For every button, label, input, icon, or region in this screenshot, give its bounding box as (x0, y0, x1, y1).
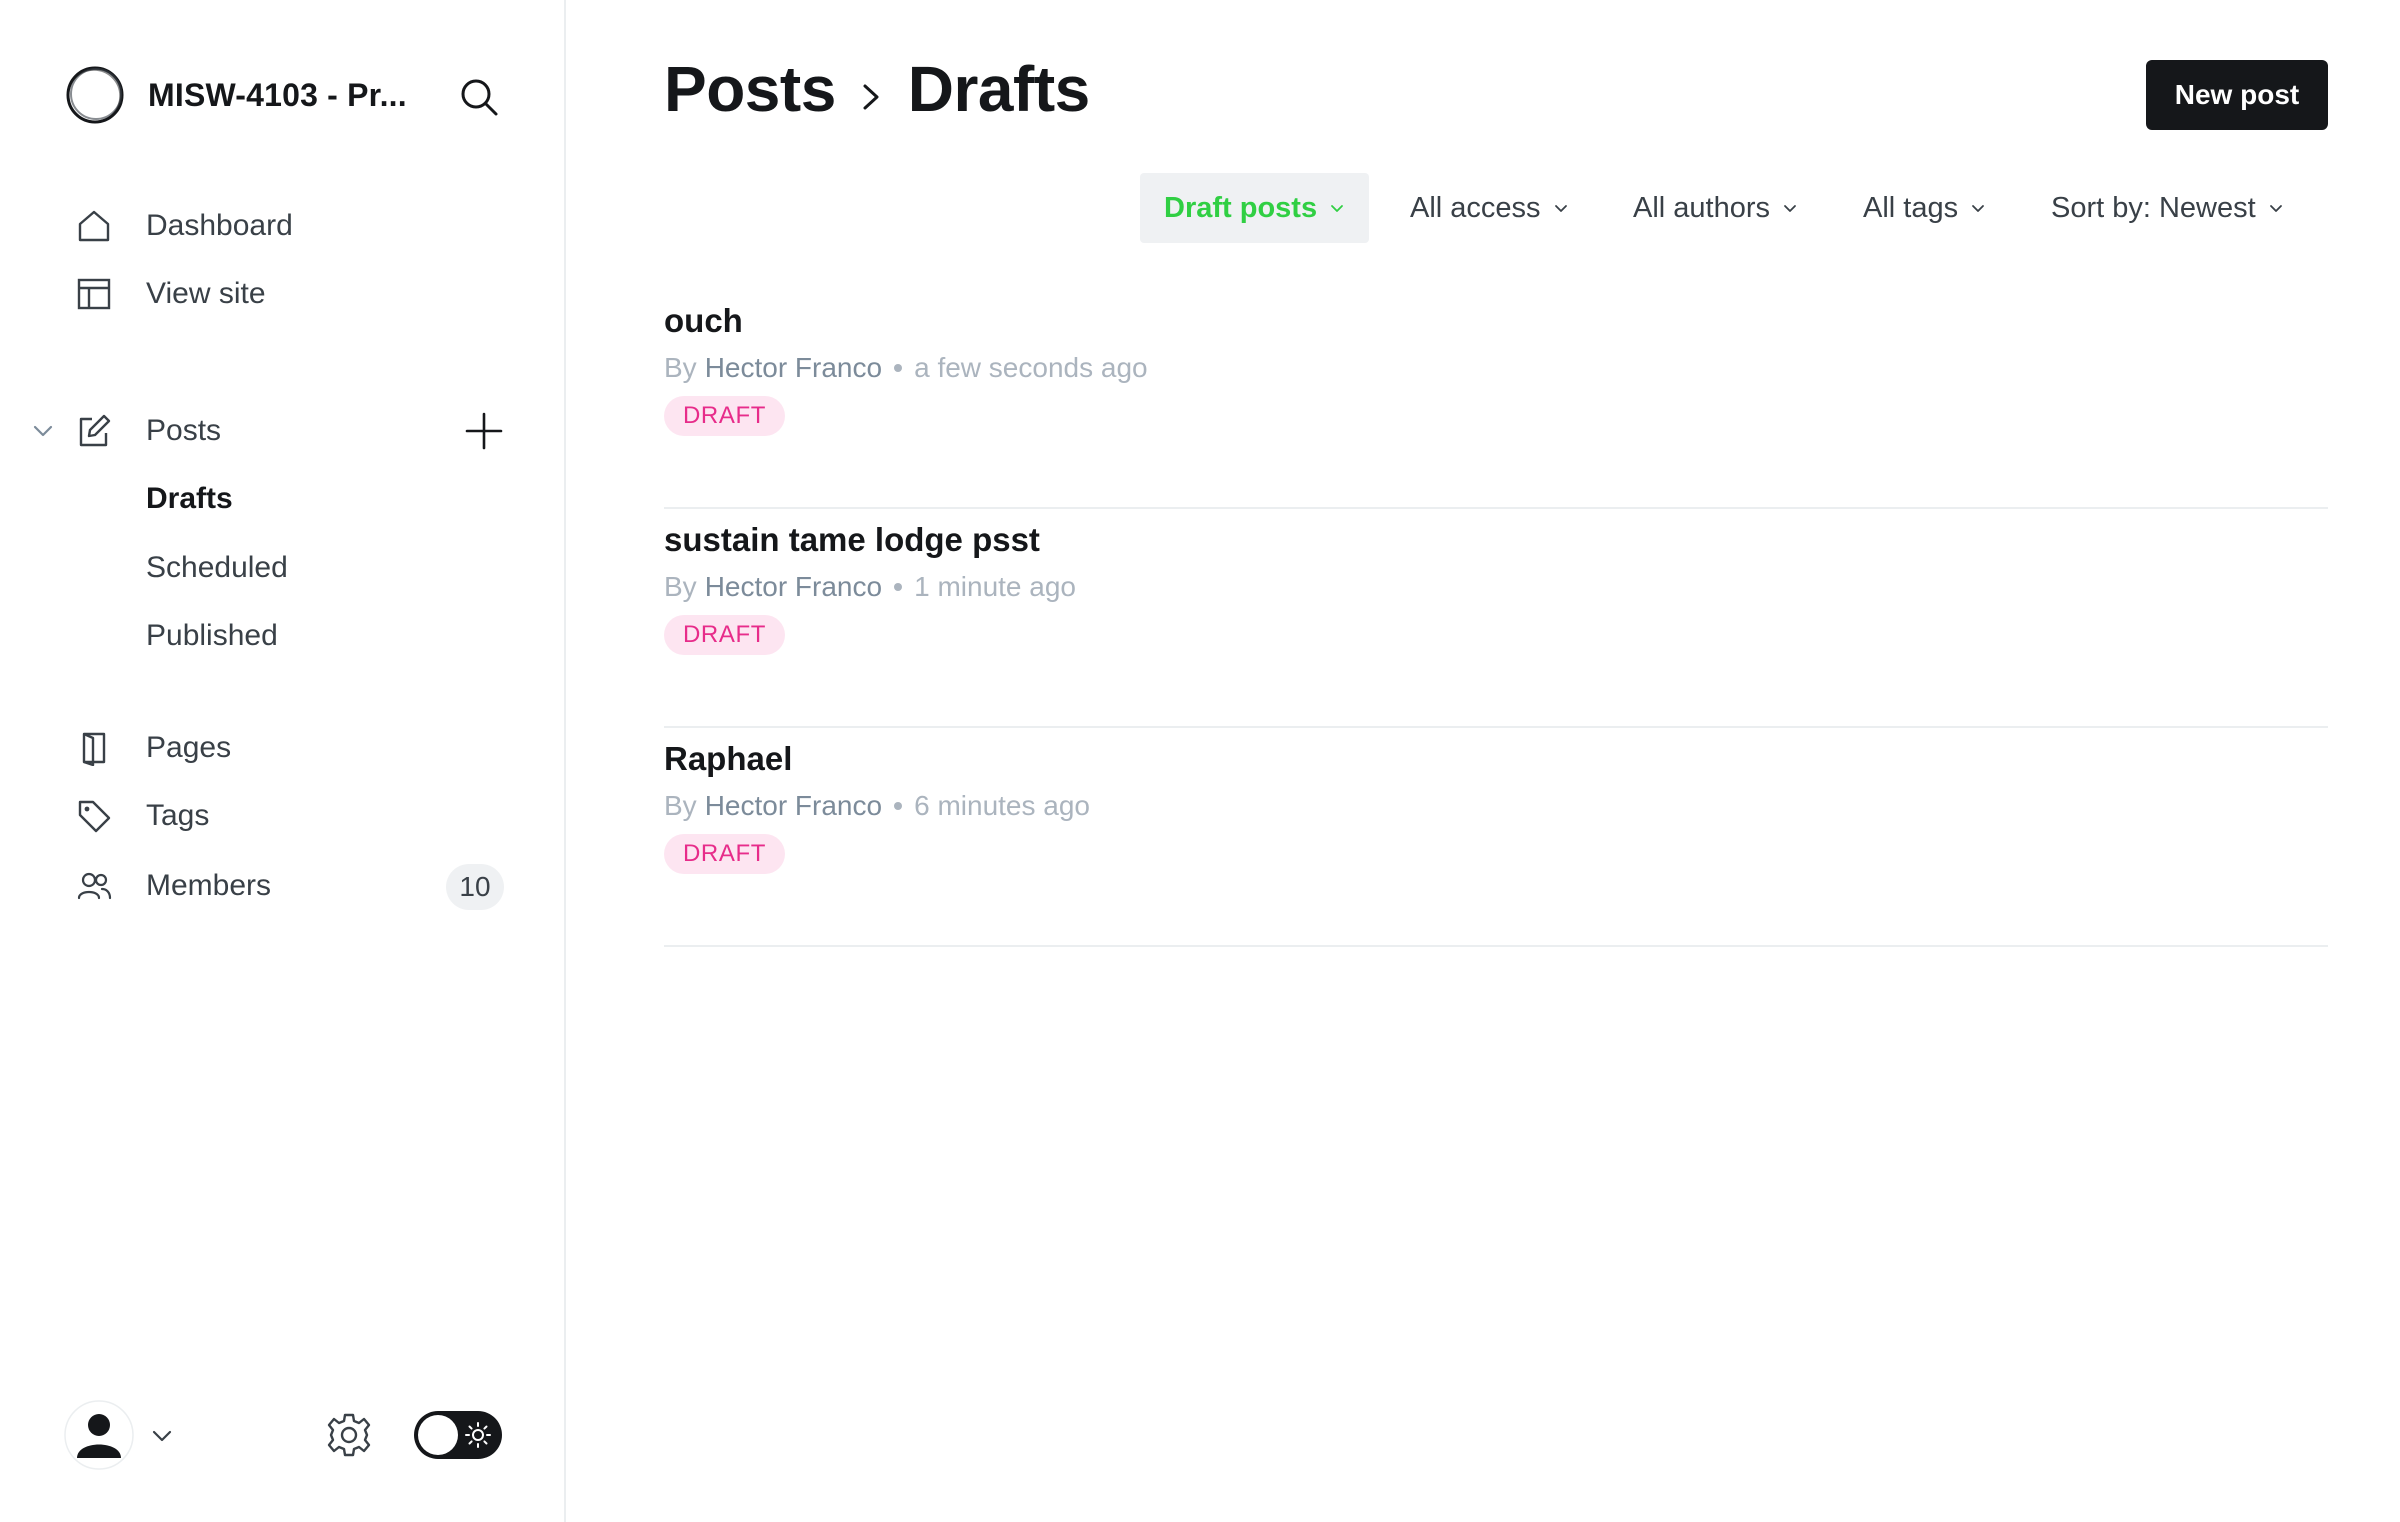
filter-authors-label: All authors (1633, 191, 1771, 224)
chevron-down-icon (1784, 205, 1796, 212)
status-badge: DRAFT (664, 396, 785, 436)
search-icon[interactable] (458, 76, 500, 118)
post-title: ouch (664, 302, 743, 339)
site-brand[interactable]: MISW-4103 - Pr... (64, 62, 418, 128)
post-meta: By Hector Franco 6 minutes ago (664, 790, 1090, 822)
filter-type-label: Draft posts (1164, 191, 1318, 224)
filter-authors-dropdown[interactable]: All authors (1633, 173, 1798, 243)
page-icon (82, 732, 106, 766)
breadcrumb-posts-link[interactable]: Posts (664, 52, 836, 126)
sidebar-item-tags[interactable]: Tags (76, 788, 209, 844)
post-author: Hector Franco (704, 790, 883, 821)
breadcrumb: Posts Drafts (664, 52, 1090, 126)
layout-icon (77, 278, 111, 310)
page-title: Drafts (907, 53, 1090, 125)
sidebar-item-label: Tags (146, 799, 210, 832)
chevron-right-icon (863, 84, 879, 110)
filter-type-dropdown[interactable]: Draft posts (1140, 173, 1370, 243)
filter-access-label: All access (1410, 191, 1541, 224)
status-badge: DRAFT (664, 615, 785, 655)
chevron-down-icon[interactable] (150, 1424, 174, 1448)
post-title: Raphael (664, 740, 793, 777)
list-item[interactable]: Raphael By Hector Franco 6 minutes ago D… (664, 728, 2328, 947)
toggle-knob (418, 1415, 458, 1455)
post-time: 1 minute ago (914, 571, 1076, 602)
sidebar-item-pages[interactable]: Pages (76, 720, 231, 776)
sidebar-item-label: Posts (146, 414, 222, 447)
tag-icon (78, 800, 111, 833)
chevron-down-icon (1331, 205, 1343, 212)
sidebar-item-label: Members (146, 869, 272, 902)
post-by: By (664, 352, 697, 383)
logo-icon (66, 66, 124, 124)
sidebar-item-posts[interactable]: Posts (76, 403, 221, 459)
main-content: Posts Drafts New post Draft posts All ac… (568, 0, 2400, 1522)
post-list: ouch By Hector Franco a few seconds ago … (664, 290, 2328, 947)
sidebar-item-label: Pages (146, 731, 232, 764)
post-author: Hector Franco (704, 571, 883, 602)
post-by: By (664, 790, 697, 821)
meta-separator (894, 802, 903, 810)
status-badge: DRAFT (664, 834, 785, 874)
chevron-down-icon (1554, 205, 1567, 212)
filter-tags-label: All tags (1863, 191, 1959, 224)
plus-icon[interactable] (464, 411, 504, 451)
site-title: MISW-4103 - Pr... (148, 76, 407, 113)
post-time: 6 minutes ago (914, 790, 1090, 821)
meta-separator (894, 583, 903, 591)
chevron-down-icon (2269, 205, 2282, 212)
members-icon (77, 872, 112, 900)
members-count-badge: 10 (446, 864, 504, 910)
edit-icon (79, 414, 111, 447)
post-time: a few seconds ago (914, 352, 1148, 383)
sidebar-item-published[interactable]: Published (146, 608, 278, 664)
sidebar-item-view-site[interactable]: View site (76, 266, 266, 322)
list-item[interactable]: sustain tame lodge psst By Hector Franco… (664, 509, 2328, 728)
sort-label: Sort by: Newest (2051, 191, 2256, 224)
gear-icon[interactable] (326, 1412, 372, 1458)
post-by: By (664, 571, 697, 602)
post-meta: By Hector Franco 1 minute ago (664, 571, 1076, 603)
list-item[interactable]: ouch By Hector Franco a few seconds ago … (664, 290, 2328, 509)
chevron-down-icon[interactable] (30, 418, 56, 444)
sidebar-item-dashboard[interactable]: Dashboard (76, 198, 293, 254)
filter-access-dropdown[interactable]: All access (1410, 173, 1569, 243)
theme-toggle[interactable] (414, 1411, 502, 1459)
post-author: Hector Franco (704, 352, 883, 383)
post-title: sustain tame lodge psst (664, 521, 1040, 558)
avatar[interactable] (64, 1400, 134, 1470)
new-post-button[interactable]: New post (2146, 60, 2328, 130)
sidebar-item-drafts[interactable]: Drafts (146, 471, 233, 527)
chevron-down-icon (1972, 205, 1985, 212)
sidebar: MISW-4103 - Pr... Dashboard View site Po… (0, 0, 566, 1522)
sun-icon (465, 1422, 491, 1448)
home-icon (78, 210, 110, 242)
sidebar-item-members[interactable]: Members (76, 858, 271, 914)
sidebar-item-scheduled[interactable]: Scheduled (146, 540, 288, 596)
post-meta: By Hector Franco a few seconds ago (664, 352, 1148, 384)
sidebar-item-label: View site (146, 277, 266, 310)
filter-tags-dropdown[interactable]: All tags (1863, 173, 1986, 243)
meta-separator (894, 364, 903, 372)
sidebar-item-label: Dashboard (146, 209, 293, 242)
sort-dropdown[interactable]: Sort by: Newest (2051, 173, 2284, 243)
